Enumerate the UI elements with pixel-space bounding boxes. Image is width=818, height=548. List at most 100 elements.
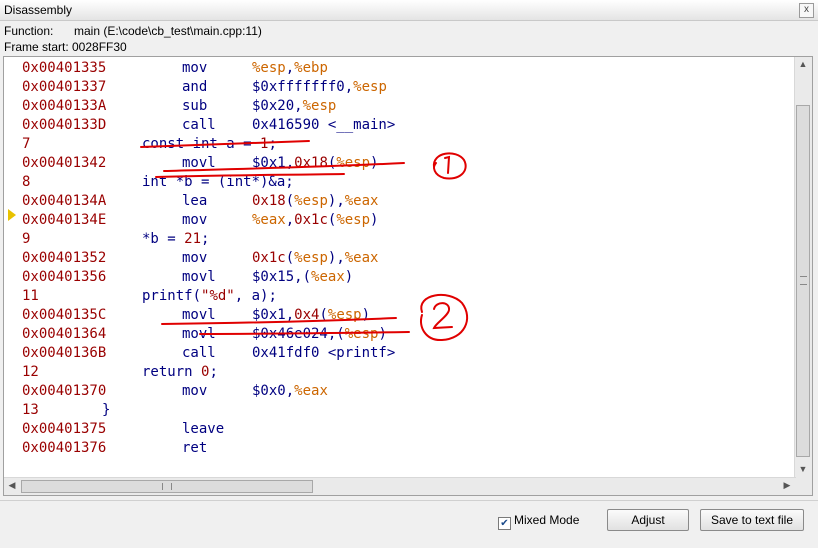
mnemonic: mov	[182, 383, 208, 399]
source-line[interactable]: 13}	[22, 401, 797, 420]
function-info: Function: main (E:\code\cb_test\main.cpp:…	[4, 24, 262, 38]
operands: $0x15,(%eax)	[252, 268, 353, 287]
mnemonic: mov	[182, 60, 208, 76]
mnemonic: sub	[182, 98, 208, 114]
operand-token: )	[344, 269, 354, 285]
code-listing[interactable]: 0x00401335 mov %esp,%ebp 0x00401337 and $0xff…	[22, 59, 797, 478]
asm-line[interactable]: 0x00401335 mov %esp,%ebp	[22, 59, 797, 78]
asm-line[interactable]: 0x00401370 mov $0x0,%eax	[22, 382, 797, 401]
operand-token: 0x1c	[294, 212, 328, 228]
mnemonic: call	[182, 345, 216, 361]
horizontal-scrollbar[interactable]: ◀ ▶	[4, 477, 796, 495]
operand-token: (	[319, 307, 328, 323]
source-line-number: 9	[22, 231, 31, 247]
source-code: *b = 21;	[142, 230, 209, 249]
scroll-up-icon[interactable]: ▲	[797, 59, 809, 73]
operands: $0x0,%eax	[252, 382, 328, 401]
checkbox-check-icon[interactable]: ✔	[498, 517, 511, 530]
current-line-marker-icon	[8, 209, 16, 221]
source-line[interactable]: 8 int *b = (int*)&a;	[22, 173, 797, 192]
source-code: int *b = (int*)&a;	[142, 173, 294, 192]
address: 0x00401342	[22, 155, 107, 171]
asm-line[interactable]: 0x00401376 ret	[22, 439, 797, 458]
operand-token: %eax	[344, 250, 379, 266]
operand-token: $0x20	[252, 98, 295, 114]
save-to-text-file-button[interactable]: Save to text file	[700, 509, 804, 531]
asm-line[interactable]: 0x0040136B call 0x41fdf0 <printf>	[22, 344, 797, 363]
operands: %eax,0x1c(%esp)	[252, 211, 378, 230]
address: 0x00401352	[22, 250, 107, 266]
address: 0x0040136B	[22, 345, 107, 361]
operand-token: ,	[336, 250, 345, 266]
disassembly-view[interactable]: 0x00401335 mov %esp,%ebp 0x00401337 and $0xff…	[3, 56, 813, 496]
asm-line[interactable]: 0x00401337 and $0xfffffff0,%esp	[22, 78, 797, 97]
asm-line[interactable]: 0x0040134E mov %eax,0x1c(%esp)	[22, 211, 797, 230]
operand-token: ,	[285, 60, 295, 76]
asm-line[interactable]: 0x0040135C movl $0x1,0x4(%esp)	[22, 306, 797, 325]
source-code: printf("%d", a);	[142, 287, 277, 306]
asm-line[interactable]: 0x0040133D call 0x416590 <__main>	[22, 116, 797, 135]
asm-line[interactable]: 0x00401356 movl $0x15,(%eax)	[22, 268, 797, 287]
mnemonic: mov	[182, 212, 208, 228]
source-token: int *b = (int*)&a;	[142, 174, 294, 190]
address: 0x0040134A	[22, 193, 107, 209]
operand-token: %esp	[336, 155, 371, 171]
mixed-mode-checkbox[interactable]: ✔ Mixed Mode	[498, 513, 579, 530]
operand-token: 0x18	[252, 193, 286, 209]
source-line-number: 11	[22, 288, 39, 304]
asm-line[interactable]: 0x00401375 leave	[22, 420, 797, 439]
function-label: Function:	[4, 24, 54, 38]
source-token: return	[142, 364, 202, 380]
vertical-scrollbar[interactable]: ▲ ▼	[794, 57, 812, 480]
asm-line[interactable]: 0x0040133A sub $0x20,%esp	[22, 97, 797, 116]
operand-token: (	[336, 326, 345, 342]
scroll-right-icon[interactable]: ▶	[780, 480, 794, 492]
operand-token: %esp	[294, 193, 328, 209]
source-code: }	[102, 401, 110, 420]
address: 0x00401370	[22, 383, 107, 399]
scroll-down-icon[interactable]: ▼	[797, 464, 809, 478]
frame-start-info: Frame start: 0028FF30	[4, 40, 127, 54]
source-token: 21	[184, 231, 202, 247]
operand-token: 0x4	[294, 307, 320, 323]
address: 0x0040133D	[22, 117, 107, 133]
operands: $0x1,0x4(%esp)	[252, 306, 370, 325]
asm-line[interactable]: 0x00401364 movl $0x46e024,(%esp)	[22, 325, 797, 344]
asm-line[interactable]: 0x00401342 movl $0x1,0x18(%esp)	[22, 154, 797, 173]
asm-line[interactable]: 0x00401352 mov 0x1c(%esp),%eax	[22, 249, 797, 268]
source-line-number: 8	[22, 174, 31, 190]
grip-icon	[800, 276, 807, 285]
operand-token: $0x1	[252, 307, 286, 323]
source-code: return 0;	[142, 363, 218, 382]
source-line[interactable]: 9 *b = 21;	[22, 230, 797, 249]
source-line-number: 13	[22, 402, 39, 418]
source-line[interactable]: 12 return 0;	[22, 363, 797, 382]
operand-token: (	[285, 193, 295, 209]
mnemonic: movl	[182, 269, 216, 285]
operand-token: 0x416590 <__main>	[252, 117, 396, 133]
divider	[0, 500, 818, 501]
asm-line[interactable]: 0x0040134A lea 0x18(%esp),%eax	[22, 192, 797, 211]
scroll-left-icon[interactable]: ◀	[5, 480, 19, 492]
source-line[interactable]: 7 const int a = 1;	[22, 135, 797, 154]
operands: $0xfffffff0,%esp	[252, 78, 387, 97]
operand-token: )	[378, 326, 387, 342]
mnemonic: mov	[182, 250, 208, 266]
operands: 0x416590 <__main>	[252, 116, 395, 135]
operand-token: )	[370, 155, 379, 171]
operand-token: 0x1c	[252, 250, 286, 266]
adjust-button[interactable]: Adjust	[607, 509, 689, 531]
horizontal-scroll-thumb[interactable]	[21, 480, 313, 493]
source-line[interactable]: 11 printf("%d", a);	[22, 287, 797, 306]
operands: $0x46e024,(%esp)	[252, 325, 387, 344]
operand-token: (	[302, 269, 312, 285]
operand-token: $0xfffffff0	[252, 79, 345, 95]
operand-token: ,	[336, 193, 345, 209]
close-icon[interactable]: x	[799, 3, 814, 18]
vertical-scroll-thumb[interactable]	[796, 105, 810, 457]
operand-token: )	[361, 307, 371, 323]
operand-token: ,	[285, 155, 295, 171]
operand-token: ,	[285, 307, 295, 323]
operand-token: ,	[294, 98, 303, 114]
mnemonic: and	[182, 79, 208, 95]
